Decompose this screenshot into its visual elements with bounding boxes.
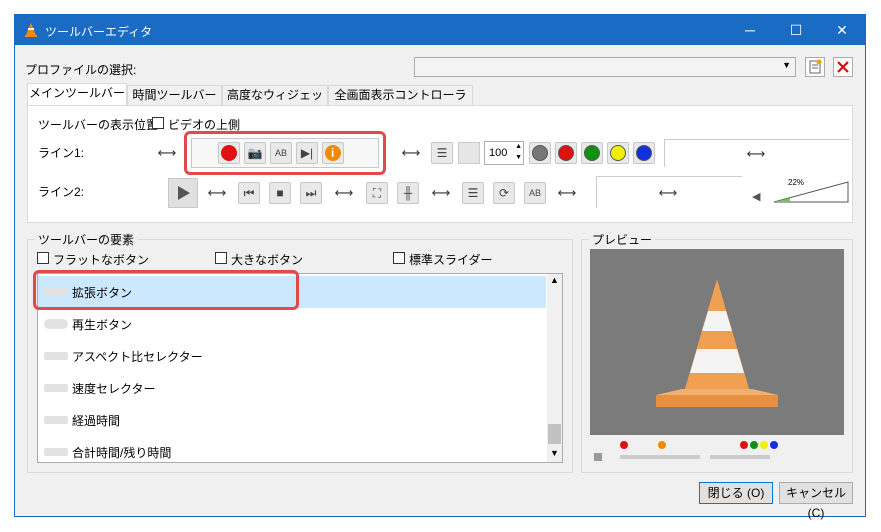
list-scrollbar[interactable]: ▲ ▼ [547,274,562,462]
stop-icon[interactable]: ■ [269,182,291,204]
volume-wedge-icon [773,181,849,203]
red-circle-button[interactable] [555,142,577,164]
flat-buttons-checkbox[interactable] [37,252,49,264]
ab-loop-icon[interactable]: AB [524,182,546,204]
spacer-arrow-icon: ⟷ [658,185,678,200]
scroll-down-icon[interactable]: ▼ [550,448,559,458]
volume-slider[interactable]: 22% [772,178,852,204]
spin-down-icon[interactable]: ▼ [515,154,522,161]
play-button-icon [44,319,68,329]
highlight-frame [184,131,386,175]
preview-title: プレビュー [589,231,656,248]
native-slider-checkbox[interactable] [393,252,405,264]
spacer-arrow-icon[interactable]: ⟷ [331,184,357,202]
tab-main-toolbar[interactable]: メインツールバー [27,83,127,106]
playlist-icon[interactable]: ☰ [431,142,453,164]
next-icon[interactable]: ⏭ [300,182,322,204]
list-item[interactable]: アスペクト比セレクター [38,340,546,372]
close-button[interactable]: 閉じる (O) [699,482,773,504]
list-item-label: 合計時間/残り時間 [72,446,172,460]
loop-icon[interactable]: ⟳ [493,182,515,204]
cancel-button[interactable]: キャンセル (C) [779,482,853,520]
toolbar-elements-title: ツールバーの要素 [35,231,138,248]
profile-label: プロファイルの選択: [25,63,137,77]
play-button[interactable] [168,178,198,208]
list-item[interactable]: 経過時間 [38,404,546,436]
new-profile-icon [809,59,822,74]
list-item[interactable]: 合計時間/残り時間 [38,436,546,462]
new-profile-button[interactable] [805,57,825,77]
line2-label: ライン2: [38,185,85,199]
play-icon [178,186,190,200]
yellow-circle-button[interactable] [607,142,629,164]
elapsed-time-icon [44,416,68,424]
profile-select[interactable]: ▼ [414,57,796,77]
spacer-arrow-icon[interactable]: ⟷ [398,144,424,162]
list-item-label: 再生ボタン [72,318,133,332]
scroll-up-icon[interactable]: ▲ [550,275,559,285]
zoom-value: 100 [489,147,508,159]
highlight-frame [33,270,299,310]
list-item[interactable]: 速度セレクター [38,372,546,404]
vlc-cone-icon [25,23,37,37]
title-bar: ツールバーエディタ ─ ☐ ✕ [15,15,865,45]
spin-up-icon[interactable]: ▲ [515,143,522,150]
playlist-icon[interactable]: ☰ [462,182,484,204]
list-item[interactable]: 再生ボタン [38,308,546,340]
previous-icon[interactable]: ⏮ [238,182,260,204]
native-slider-label: 標準スライダー [409,253,493,267]
blue-circle-button[interactable] [633,142,655,164]
spacer-arrow-icon[interactable]: ⟷ [204,184,230,202]
time-slider-placeholder[interactable]: ⟷ [596,176,742,208]
video-top-checkbox[interactable] [152,117,164,129]
toolbar-editor-window: ツールバーエディタ ─ ☐ ✕ プロファイルの選択: ▼ メインツールバー 時間… [14,14,866,520]
preview-area [590,249,844,465]
equalizer-icon[interactable]: ╫ [397,182,419,204]
window-title: ツールバーエディタ [45,25,153,39]
list-item-label: アスペクト比セレクター [72,350,203,364]
chevron-down-icon: ▼ [782,60,791,70]
tab-fullscreen-controller[interactable]: 全画面表示コントローラー [328,85,473,121]
seek-slider-placeholder[interactable]: ⟷ [664,139,850,167]
preview-toolbar [590,435,844,465]
big-buttons-checkbox[interactable] [215,252,227,264]
maximize-button[interactable]: ☐ [773,15,819,45]
blank-slot[interactable] [458,142,480,164]
speed-selector-icon [44,384,68,392]
spacer-arrow-icon: ⟷ [746,146,766,161]
line1-label: ライン1: [38,146,85,160]
flat-buttons-label: フラットなボタン [53,253,150,267]
aspect-ratio-icon [44,352,68,360]
speaker-icon[interactable]: ◀ [752,190,760,203]
delete-profile-button[interactable] [833,57,853,77]
tab-advanced-widget[interactable]: 高度なウィジェット [222,85,328,121]
list-item-label: 経過時間 [72,414,121,428]
spacer-arrow-icon[interactable]: ⟷ [554,184,580,202]
main-toolbar-panel: ツールバーの表示位置 ビデオの上側 ライン1: ライン2: ⟷ 📷 AB ▶| … [27,105,853,223]
gray-circle-button[interactable] [529,142,551,164]
minimize-button[interactable]: ─ [727,15,773,45]
fullscreen-icon[interactable]: ⛶ [366,182,388,204]
green-circle-button[interactable] [581,142,603,164]
tab-time-toolbar[interactable]: 時間ツールバー [127,85,222,106]
spacer-arrow-icon[interactable]: ⟷ [428,184,454,202]
vlc-cone-preview-icon [656,279,778,407]
scrollbar-thumb[interactable] [548,424,561,444]
toolbar-position-label: ツールバーの表示位置 [38,118,159,132]
list-item-label: 速度セレクター [72,382,156,396]
close-window-button[interactable]: ✕ [819,15,865,45]
delete-x-icon [837,61,849,73]
spacer-arrow-icon[interactable]: ⟷ [154,144,180,162]
total-time-icon [44,448,68,456]
big-buttons-label: 大きなボタン [231,253,304,267]
zoom-spinbox[interactable]: 100 ▲ ▼ [484,141,524,165]
